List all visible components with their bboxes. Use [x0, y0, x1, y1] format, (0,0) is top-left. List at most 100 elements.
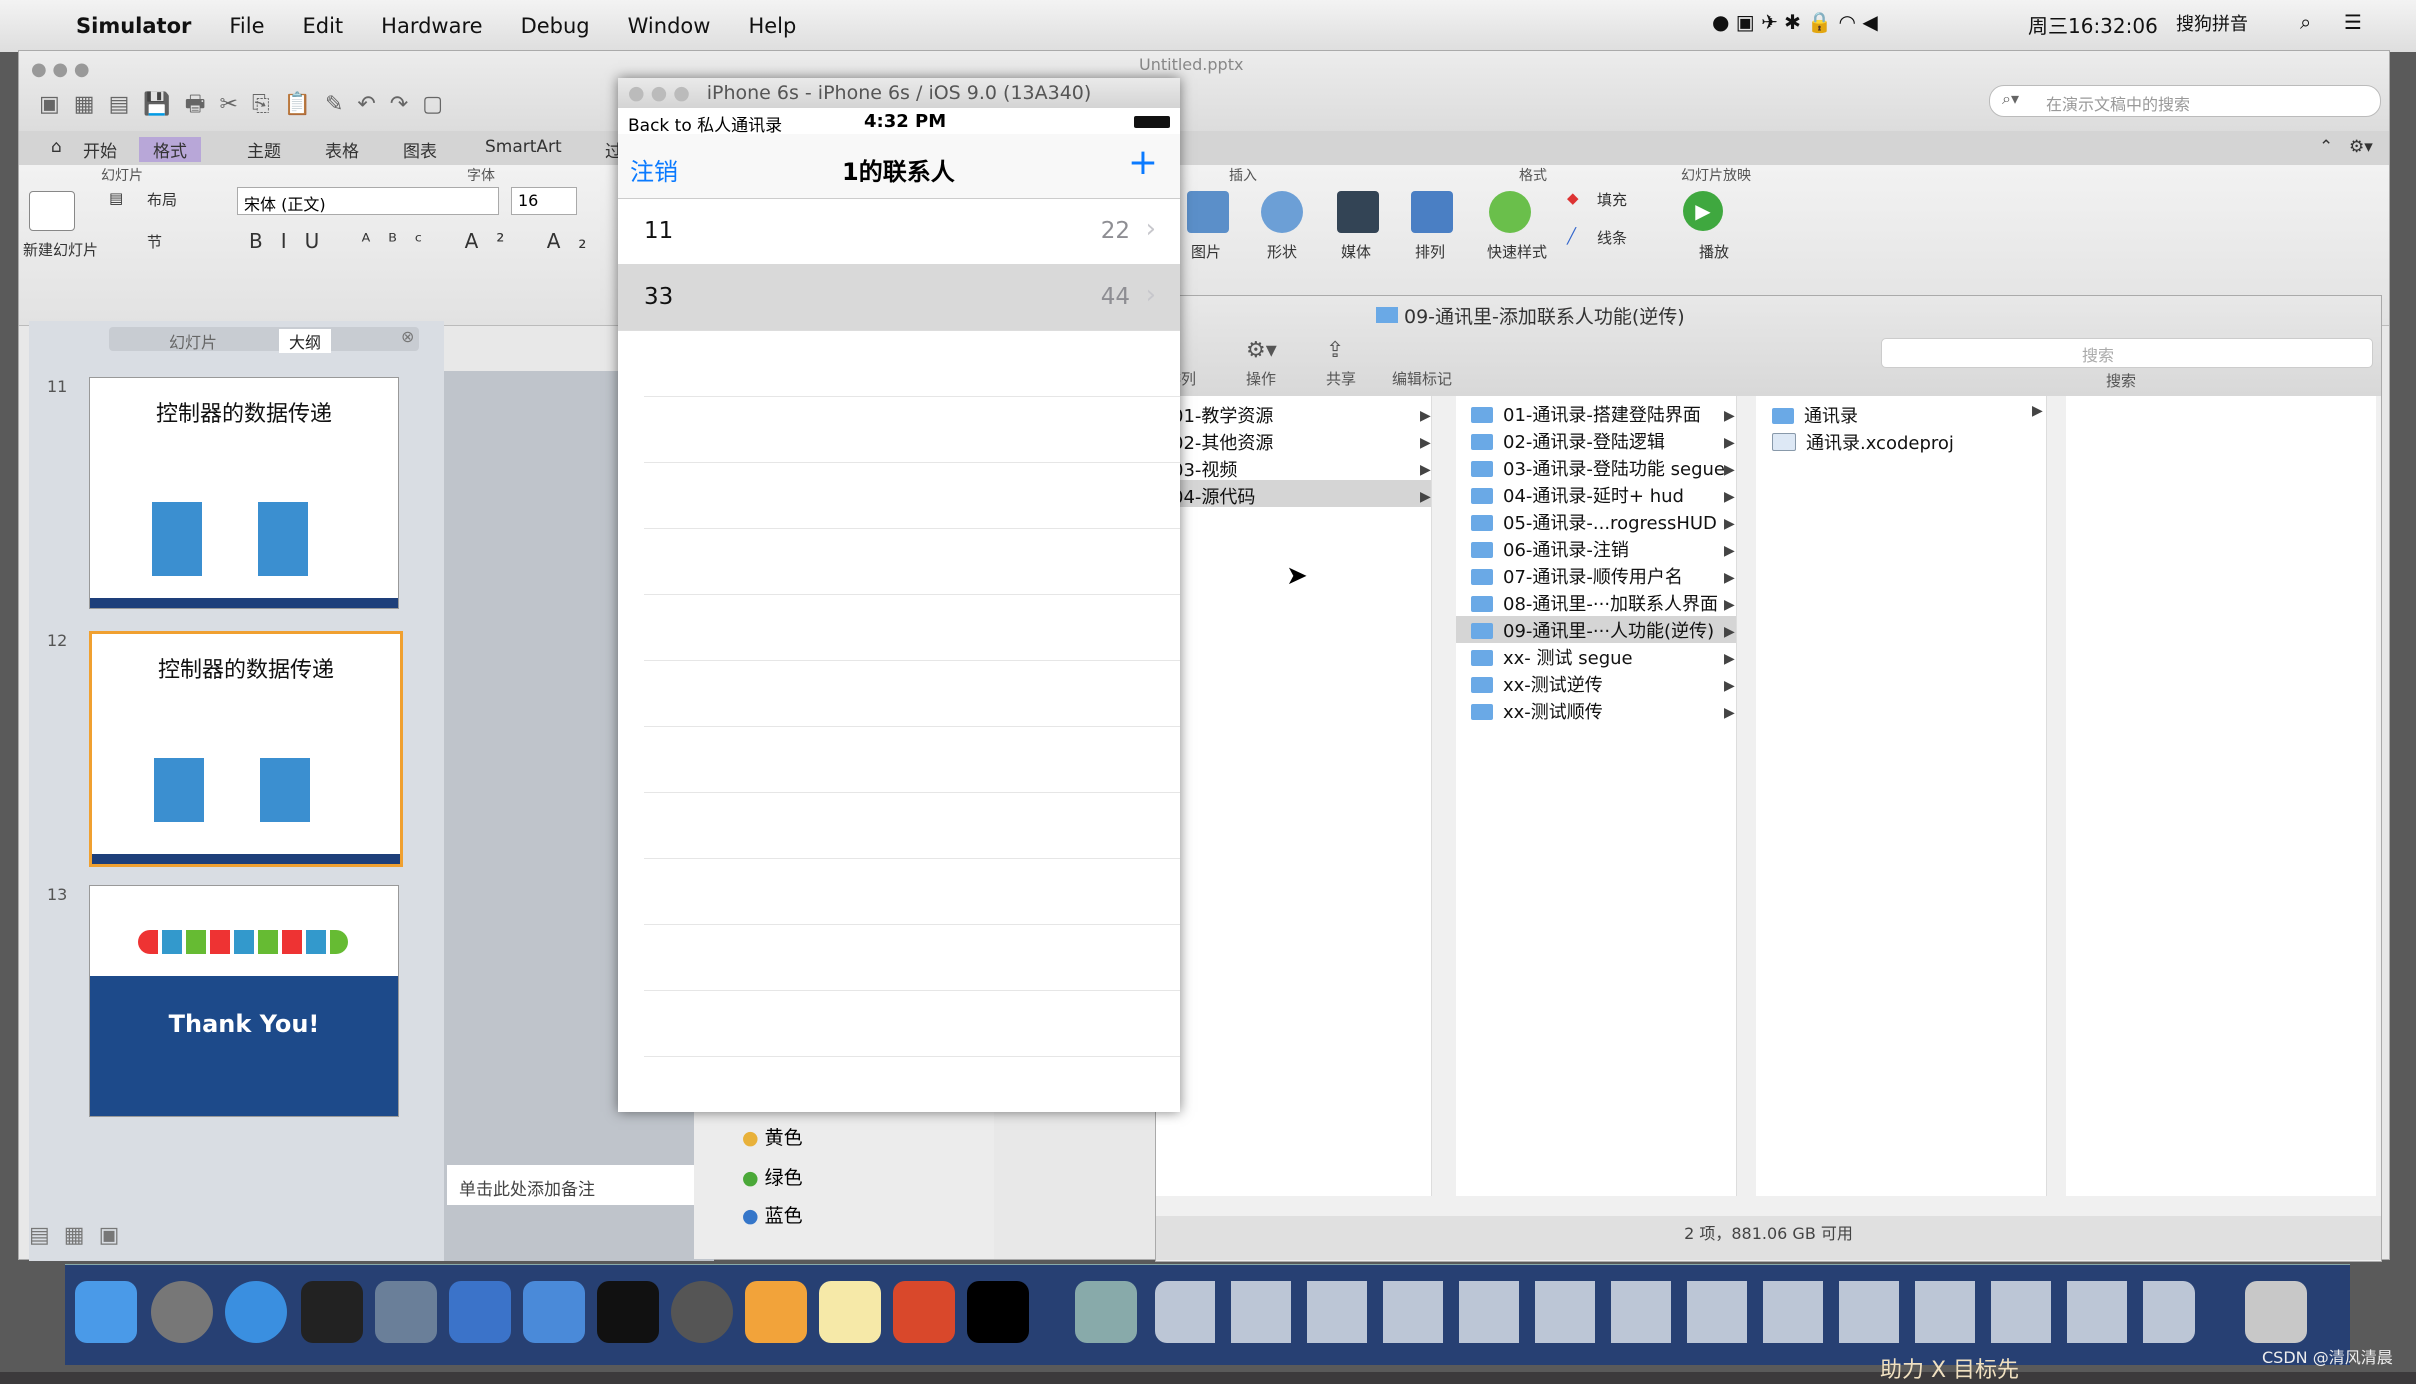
- list-item[interactable]: 03-通讯录-登陆功能 segue: [1471, 455, 1725, 482]
- slide-thumb-13[interactable]: Thank You!: [89, 885, 399, 1117]
- trash-icon[interactable]: [2245, 1281, 2307, 1343]
- simulator-dock-icon[interactable]: [1075, 1281, 1137, 1343]
- media-button[interactable]: 媒体: [1341, 241, 1371, 262]
- finder-icon[interactable]: [75, 1281, 137, 1343]
- list-item[interactable]: xx-测试逆传: [1471, 671, 1603, 698]
- line-button[interactable]: 线条: [1597, 227, 1627, 248]
- gear-icon[interactable]: ⚙▾: [2349, 137, 2373, 157]
- tab-format[interactable]: 格式: [139, 137, 201, 162]
- slide-thumb-11[interactable]: 控制器的数据传递: [89, 377, 399, 609]
- list-item[interactable]: 通讯录.xcodeproj: [1772, 429, 1954, 456]
- menu-debug[interactable]: Debug: [521, 14, 590, 38]
- line-icon[interactable]: ╱: [1567, 227, 1576, 245]
- tab-home[interactable]: 开始: [83, 137, 117, 162]
- tab-theme[interactable]: 主题: [247, 137, 281, 162]
- shape-icon[interactable]: [1261, 191, 1303, 233]
- back-to-app[interactable]: Back to 私人通讯录: [628, 111, 782, 136]
- tab-table[interactable]: 表格: [325, 137, 359, 162]
- layout-button[interactable]: 布局: [147, 189, 177, 210]
- menu-edit[interactable]: Edit: [303, 14, 344, 38]
- logout-button[interactable]: 注销: [630, 152, 678, 187]
- list-item[interactable]: 01-教学资源: [1172, 402, 1273, 429]
- list-item[interactable]: xx- 测试 segue: [1471, 644, 1633, 671]
- table-row[interactable]: 33 44 ›: [618, 264, 1180, 331]
- arrange-button[interactable]: 排列: [1415, 241, 1445, 262]
- list-item[interactable]: 02-通讯录-登陆逻辑: [1471, 428, 1665, 455]
- launchpad-icon[interactable]: [151, 1281, 213, 1343]
- menu-app[interactable]: Simulator: [76, 14, 191, 38]
- mouse-app-icon[interactable]: [301, 1281, 363, 1343]
- layout-icon[interactable]: ▤: [109, 189, 123, 207]
- table-row[interactable]: 11 22 ›: [618, 198, 1180, 265]
- picture-button[interactable]: 图片: [1191, 241, 1221, 262]
- menu-help[interactable]: Help: [748, 14, 796, 38]
- font-name-select[interactable]: 宋体 (正文): [237, 187, 499, 215]
- list-item-selected[interactable]: 09-通讯里-···人功能(逆传): [1471, 617, 1714, 644]
- minimized-windows[interactable]: [1155, 1281, 2195, 1343]
- color-item-green[interactable]: ● 绿色: [742, 1163, 803, 1190]
- safari-icon[interactable]: [225, 1281, 287, 1343]
- list-item[interactable]: 05-通讯录-...rogressHUD: [1471, 509, 1717, 536]
- clock[interactable]: 周三16:32:06: [2028, 10, 2158, 39]
- color-item-yellow[interactable]: ● 黄色: [742, 1123, 803, 1150]
- quick-style-button[interactable]: 快速样式: [1487, 241, 1547, 262]
- quick-style-icon[interactable]: [1489, 191, 1531, 233]
- add-contact-button[interactable]: +: [1128, 142, 1158, 183]
- fill-icon[interactable]: ◆: [1567, 189, 1579, 207]
- new-slide-button[interactable]: 新建幻灯片: [23, 239, 98, 260]
- view-buttons[interactable]: ▤▦▣: [19, 1217, 169, 1257]
- font-size-select[interactable]: 16: [511, 187, 577, 215]
- tab-smartart[interactable]: SmartArt: [485, 137, 562, 157]
- picture-icon[interactable]: [1187, 191, 1229, 233]
- system-preferences-icon[interactable]: [671, 1281, 733, 1343]
- window-controls[interactable]: ● ● ●: [628, 78, 690, 108]
- tags-label[interactable]: 编辑标记: [1392, 368, 1452, 389]
- slide-thumb-12[interactable]: 控制器的数据传递: [89, 631, 403, 867]
- fill-button[interactable]: 填充: [1597, 189, 1627, 210]
- share-icon[interactable]: ⇪: [1326, 338, 1344, 363]
- list-item[interactable]: 04-通讯录-延时+ hud: [1471, 482, 1684, 509]
- list-item[interactable]: 通讯录: [1772, 402, 1858, 429]
- tab-slides[interactable]: 幻灯片: [169, 329, 217, 353]
- share-label[interactable]: 共享: [1326, 368, 1356, 389]
- section-button[interactable]: 节: [147, 231, 162, 252]
- list-item[interactable]: xx-测试顺传: [1471, 698, 1603, 725]
- action-label[interactable]: 操作: [1246, 368, 1276, 389]
- media-icon[interactable]: [1337, 191, 1379, 233]
- list-item[interactable]: 08-通讯里-···加联系人界面: [1471, 590, 1718, 617]
- play-button[interactable]: 播放: [1699, 241, 1729, 262]
- list-item-selected[interactable]: 04-源代码: [1172, 483, 1255, 510]
- terminal-icon[interactable]: [597, 1281, 659, 1343]
- xcode-icon[interactable]: [449, 1281, 511, 1343]
- powerpoint-icon[interactable]: [893, 1281, 955, 1343]
- finder-search-field[interactable]: 搜索: [1881, 338, 2373, 368]
- list-item[interactable]: 03-视频: [1172, 456, 1237, 483]
- notification-center-icon[interactable]: ☰: [2344, 10, 2362, 34]
- window-controls[interactable]: ● ● ●: [31, 59, 90, 80]
- console-icon[interactable]: [967, 1281, 1029, 1343]
- action-gear-icon[interactable]: ⚙▾: [1246, 338, 1277, 363]
- sketch-icon[interactable]: [745, 1281, 807, 1343]
- collapse-ribbon-icon[interactable]: ⌃: [2319, 137, 2333, 157]
- notes-icon[interactable]: [819, 1281, 881, 1343]
- spotlight-icon[interactable]: ⌕: [2300, 10, 2311, 34]
- tab-outline[interactable]: 大纲: [279, 329, 332, 353]
- tab-chart[interactable]: 图表: [403, 137, 437, 162]
- menu-window[interactable]: Window: [628, 14, 711, 38]
- list-item[interactable]: 02-其他资源: [1172, 429, 1273, 456]
- menu-hardware[interactable]: Hardware: [381, 14, 482, 38]
- close-panel-icon[interactable]: ⊗: [401, 327, 414, 346]
- instruments-icon[interactable]: [523, 1281, 585, 1343]
- list-item[interactable]: 01-通讯录-搭建登陆界面: [1471, 401, 1701, 428]
- list-item[interactable]: 07-通讯录-顺传用户名: [1471, 563, 1683, 590]
- input-method[interactable]: 搜狗拼音: [2176, 10, 2248, 36]
- play-icon[interactable]: ▶: [1683, 191, 1723, 231]
- shape-button[interactable]: 形状: [1267, 241, 1297, 262]
- ppt-search-field[interactable]: ⌕▾ 在演示文稿中的搜索: [1989, 85, 2381, 117]
- quick-toolbar-icons[interactable]: ▣▦▤💾🖶✂⎘📋✎↶↷▢: [39, 87, 457, 125]
- list-item[interactable]: 06-通讯录-注销: [1471, 536, 1629, 563]
- new-slide-icon[interactable]: [29, 191, 75, 231]
- view-mode-icons[interactable]: ▤▦▣: [29, 1223, 133, 1248]
- menu-file[interactable]: File: [229, 14, 264, 38]
- color-item-blue[interactable]: ● 蓝色: [742, 1201, 803, 1228]
